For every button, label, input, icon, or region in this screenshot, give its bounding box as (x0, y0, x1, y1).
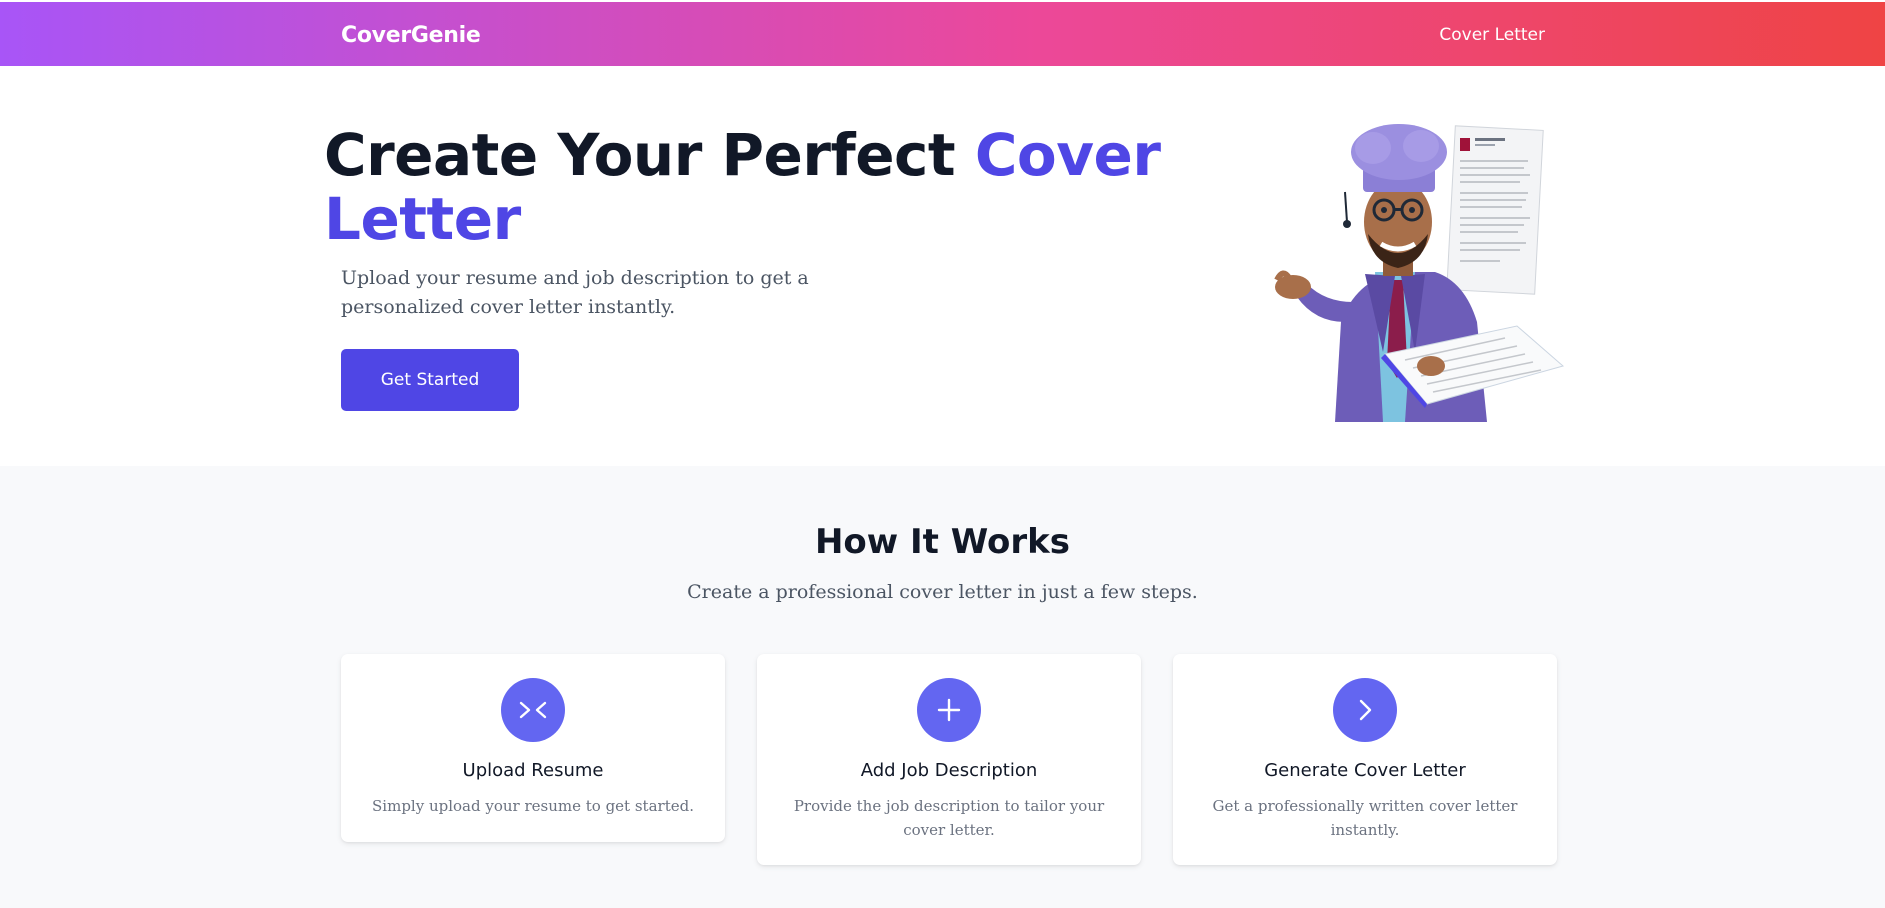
brand-logo[interactable]: CoverGenie (341, 23, 481, 48)
step-title: Upload Resume (462, 760, 604, 781)
step-card-upload-resume: Upload Resume Simply upload your resume … (341, 654, 725, 842)
collapse-arrows-icon (501, 678, 565, 742)
step-description: Simply upload your resume to get started… (372, 797, 694, 815)
step-card-generate-cover-letter: Generate Cover Letter Get a professional… (1173, 654, 1557, 865)
hero-section: Create Your Perfect Cover Letter Upload … (0, 66, 1885, 466)
nav-link-cover-letter[interactable]: Cover Letter (1439, 25, 1545, 45)
chevron-right-icon (1333, 678, 1397, 742)
hero-title: Create Your Perfect Cover Letter (324, 123, 1224, 251)
hero-subtitle: Upload your resume and job description t… (341, 267, 809, 318)
step-description: Provide the job description to tailor yo… (793, 797, 1105, 839)
how-it-works-section: How It Works Create a professional cover… (0, 466, 1885, 908)
step-title: Add Job Description (860, 760, 1038, 781)
get-started-button[interactable]: Get Started (341, 349, 519, 411)
section-subtitle: Create a professional cover letter in ju… (687, 581, 1198, 603)
step-description: Get a professionally written cover lette… (1212, 797, 1518, 839)
chef-mascot-illustration (1274, 124, 1565, 422)
resume-paper-back (1446, 125, 1544, 295)
plus-icon (917, 678, 981, 742)
section-title: How It Works (814, 522, 1071, 562)
step-card-add-job-description: Add Job Description Provide the job desc… (757, 654, 1141, 865)
step-title: Generate Cover Letter (1264, 760, 1466, 781)
hero-title-main: Create Your Perfect (324, 121, 975, 189)
top-navbar: CoverGenie Cover Letter (0, 0, 1885, 66)
